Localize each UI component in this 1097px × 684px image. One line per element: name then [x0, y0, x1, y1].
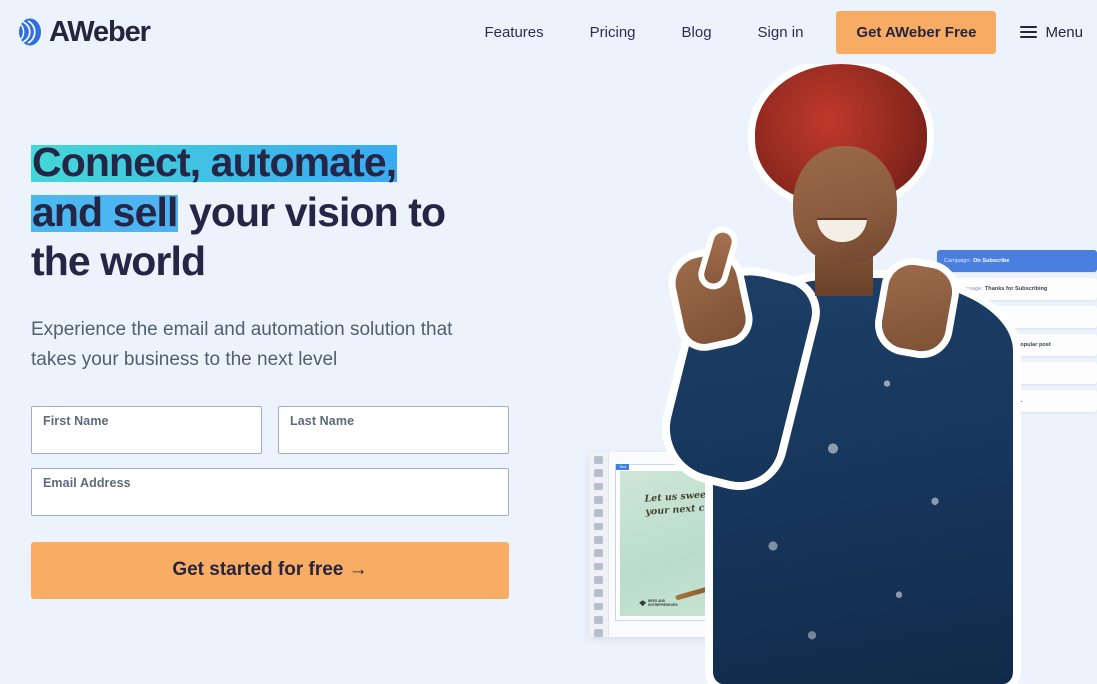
first-name-field[interactable]: First Name	[31, 405, 262, 454]
signature-icon[interactable]	[594, 522, 603, 531]
target-icon[interactable]	[594, 549, 603, 558]
divider-icon[interactable]	[594, 495, 603, 504]
get-aweber-free-button[interactable]: Get AWeber Free	[836, 10, 997, 54]
email-label: Email Address	[43, 475, 131, 490]
last-name-input[interactable]	[290, 427, 497, 448]
hamburger-icon	[1020, 26, 1038, 38]
site-header: AWeber Features Pricing Blog Sign in Get…	[0, 0, 1097, 64]
menu-label: Menu	[1045, 23, 1083, 41]
video-icon[interactable]	[594, 602, 603, 611]
aweber-swirl-icon	[16, 17, 46, 47]
logo-wordmark: AWeber	[49, 15, 151, 48]
button-icon[interactable]	[594, 482, 603, 491]
nav-item-sign-in[interactable]: Sign in	[735, 16, 827, 49]
last-name-label: Last Name	[290, 413, 355, 428]
hero-content: Connect, automate, and sell your vision …	[31, 138, 521, 599]
menu-button[interactable]: Menu	[1020, 24, 1083, 41]
first-name-label: First Name	[43, 413, 109, 428]
landing-page: AWeber Features Pricing Blog Sign in Get…	[0, 0, 1097, 684]
headline-line-2-rest: your vision to	[178, 188, 446, 235]
scissors-icon[interactable]	[594, 535, 603, 544]
nav-item-features[interactable]: Features	[461, 16, 566, 49]
aweber-logo[interactable]: AWeber	[16, 15, 151, 48]
code-icon[interactable]	[594, 615, 603, 624]
page-title: Connect, automate, and sell your vision …	[31, 138, 521, 287]
rss-icon[interactable]	[594, 629, 603, 637]
hero-person-photo	[617, 60, 1047, 684]
signup-form: First Name Last Name Email Address Get s…	[31, 405, 509, 599]
email-field[interactable]: Email Address	[31, 467, 509, 516]
layout-icon[interactable]	[594, 589, 603, 598]
get-started-button[interactable]: Get started for free →	[31, 541, 509, 599]
main-navigation: Features Pricing Blog Sign in Get AWeber…	[461, 10, 1083, 54]
pen-icon[interactable]	[594, 562, 603, 571]
headline-highlight-2: and sell	[32, 188, 178, 235]
headline-highlight-1: Connect, automate,	[32, 139, 397, 185]
headline-line-3: the world	[31, 238, 206, 285]
text-icon[interactable]	[594, 469, 603, 478]
hero-subheading: Experience the email and automation solu…	[31, 318, 453, 370]
last-name-field[interactable]: Last Name	[278, 405, 509, 454]
headline-line-1: Connect, automate,	[31, 138, 397, 188]
name-row: First Name Last Name	[31, 405, 509, 454]
editor-toolbar	[589, 452, 609, 637]
nav-item-pricing[interactable]: Pricing	[567, 16, 659, 49]
grid-icon[interactable]	[594, 575, 603, 584]
first-name-input[interactable]	[43, 427, 250, 448]
share-icon[interactable]	[594, 509, 603, 518]
email-input[interactable]	[43, 489, 497, 510]
headline-line-2: and sell your vision to	[31, 188, 446, 238]
person-face	[793, 146, 897, 264]
hero-illustration: Campaign: On Subscribe Send Message: Thank…	[565, 60, 1097, 684]
image-icon[interactable]	[594, 456, 603, 464]
nav-item-blog[interactable]: Blog	[659, 16, 735, 49]
